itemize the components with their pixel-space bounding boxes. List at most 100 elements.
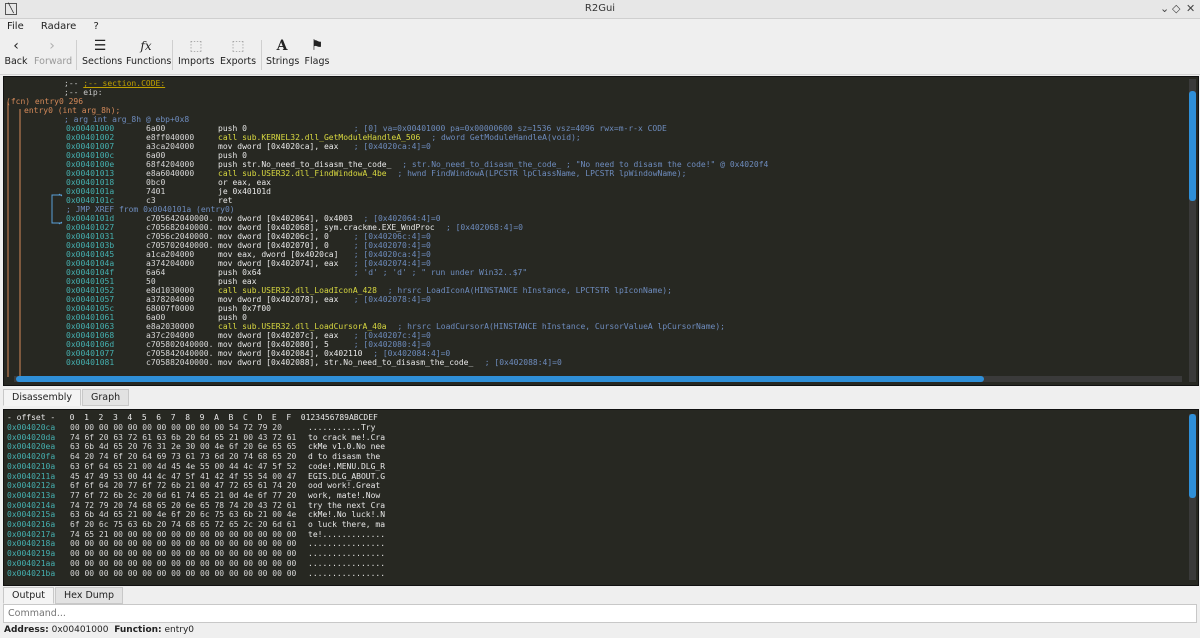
hex-row[interactable]: 0x0040214a 74 72 79 20 74 68 65 20 6e 65 … <box>7 501 385 511</box>
disasm-comment: ; [0x40207c:4]=0 <box>353 331 431 340</box>
hex-ascii: ................ <box>308 539 386 549</box>
disasm-instruction: mov dword [0x402074], eax <box>218 259 339 268</box>
address-label: Address: <box>4 625 49 635</box>
vertical-scrollbar[interactable] <box>1189 414 1196 580</box>
disasm-comment: ; dword GetModuleHandleA(void); <box>431 133 581 142</box>
hex-row[interactable]: 0x0040212a 6f 6f 64 20 77 6f 72 6b 21 00 … <box>7 481 380 491</box>
disasm-comment: ; [0x402074:4]=0 <box>353 259 431 268</box>
disasm-instruction: call sub.USER32.dll_LoadIconA_428 <box>218 286 377 295</box>
disasm-address: 0x0040101c <box>66 196 115 205</box>
chevron-down-icon[interactable]: ⌄ <box>1160 2 1169 15</box>
tab-disassembly[interactable]: Disassembly <box>3 389 82 406</box>
menu-help[interactable]: ? <box>87 19 106 34</box>
hex-bytes: 74 6f 20 63 72 61 63 6b 20 6d 65 21 00 4… <box>70 432 297 442</box>
functions-button[interactable]: fx Functions <box>126 36 171 74</box>
hex-ascii: ................ <box>308 549 386 559</box>
scroll-thumb[interactable] <box>1189 91 1196 201</box>
flow-graph-lines <box>7 102 63 377</box>
forward-arrow-icon: › <box>49 38 55 54</box>
hex-offset: 0x0040210a <box>7 461 56 471</box>
toolbar-divider <box>261 40 262 70</box>
tab-graph[interactable]: Graph <box>82 389 130 406</box>
disasm-address: 0x00401027 <box>66 223 115 232</box>
hex-row[interactable]: 0x0040213a 77 6f 72 6b 2c 20 6d 61 74 65 … <box>7 490 380 501</box>
toolbar-divider <box>172 40 173 70</box>
imports-button[interactable]: ⬚ Imports <box>178 36 214 74</box>
hex-row[interactable]: 0x004021aa 00 00 00 00 00 00 00 00 00 00 … <box>7 559 385 569</box>
hex-row[interactable]: 0x004020ca 00 00 00 00 00 00 00 00 00 00 … <box>7 423 375 433</box>
disasm-bytes: 0bc0 <box>146 178 166 187</box>
hex-bytes: 00 00 00 00 00 00 00 00 00 00 00 00 00 0… <box>70 568 297 578</box>
strings-button[interactable]: A Strings <box>266 36 299 74</box>
scroll-thumb[interactable] <box>16 376 984 382</box>
flags-button[interactable]: ⚑ Flags <box>304 36 330 74</box>
back-button[interactable]: ‹ Back <box>4 36 28 74</box>
hex-offset: 0x0040213a <box>7 490 56 500</box>
disasm-comment: ; [0x402084:4]=0 <box>373 349 451 358</box>
hex-row[interactable]: 0x004020da 74 6f 20 63 72 61 63 6b 20 6d … <box>7 432 385 443</box>
xref-comment: ; JMP XREF from 0x0040101a (entry0) <box>66 205 235 214</box>
toolbar-divider <box>76 40 77 70</box>
flag-icon: ⚑ <box>310 38 324 54</box>
restore-icon[interactable]: ◇ <box>1172 2 1180 15</box>
hex-ascii: EGIS.DLG_ABOUT.G <box>308 471 386 481</box>
disasm-instruction: push 0 <box>218 151 247 160</box>
disasm-bytes: a374204000 <box>146 259 195 268</box>
horizontal-scrollbar[interactable] <box>14 376 1182 382</box>
disasm-comment: ; [0x40206c:4]=0 <box>353 232 431 241</box>
disasm-address: 0x0040100c <box>66 151 115 160</box>
hex-bytes: 63 6f 64 65 21 00 4d 45 4e 55 00 44 4c 4… <box>70 461 297 471</box>
imports-icon: ⬚ <box>189 38 203 54</box>
disasm-address: 0x00401068 <box>66 331 115 340</box>
hex-offset: 0x0040217a <box>7 529 56 539</box>
hex-row[interactable]: 0x0040215a 63 6b 4d 65 21 00 4e 6f 20 6c … <box>7 510 385 520</box>
exports-button[interactable]: ⬚ Exports <box>220 36 256 74</box>
disasm-instruction: push eax <box>218 277 257 286</box>
hex-row[interactable]: 0x0040219a 00 00 00 00 00 00 00 00 00 00 … <box>7 549 385 559</box>
scroll-thumb[interactable] <box>1189 414 1196 498</box>
hex-ascii: ................ <box>308 568 386 578</box>
disasm-instruction: call sub.KERNEL32.dll_GetModuleHandleA_5… <box>218 133 421 142</box>
hex-row[interactable]: 0x0040216a 6f 20 6c 75 63 6b 20 74 68 65 … <box>7 520 385 530</box>
command-input[interactable] <box>4 605 1192 622</box>
hex-offset: 0x0040218a <box>7 539 56 549</box>
disasm-bytes: c705702040000. <box>146 241 214 250</box>
disasm-instruction: push 0x64 <box>218 268 262 277</box>
forward-button[interactable]: › Forward <box>34 36 72 74</box>
sections-button[interactable]: ☰ Sections <box>82 36 122 74</box>
menu-radare[interactable]: Radare <box>34 19 83 34</box>
hex-ascii: o luck there, ma <box>308 520 386 529</box>
tab-output[interactable]: Output <box>3 587 54 604</box>
disasm-instruction: mov dword [0x40206c], 0 <box>218 232 329 241</box>
hex-row[interactable]: 0x0040211a 45 47 49 53 00 44 4c 47 5f 41 … <box>7 472 385 482</box>
hex-row[interactable]: 0x0040218a 00 00 00 00 00 00 00 00 00 00 … <box>7 539 385 549</box>
disasm-bytes: c705682040000. <box>146 223 214 232</box>
disasm-comment: ; 'd' ; 'd' ; " run under Win32..$7" <box>353 268 528 277</box>
hex-dump-view[interactable]: - offset - 0 1 2 3 4 5 6 7 8 9 A B C D E… <box>3 409 1199 586</box>
disasm-instruction: mov dword [0x402084], 0x402110 <box>218 349 363 358</box>
hex-bytes: 63 6b 4d 65 20 76 31 2e 30 00 4e 6f 20 6… <box>70 442 297 452</box>
disasm-address: 0x0040101a <box>66 187 115 196</box>
hex-ascii: try the next Cra <box>308 500 386 510</box>
hex-row[interactable]: 0x0040210a 63 6f 64 65 21 00 4d 45 4e 55 … <box>7 461 385 472</box>
hex-row[interactable]: 0x004020ea 63 6b 4d 65 20 76 31 2e 30 00 … <box>7 442 385 452</box>
tab-hex-dump[interactable]: Hex Dump <box>55 587 124 604</box>
hex-ascii: ood work!.Great <box>308 481 386 491</box>
hex-row[interactable]: 0x004020fa 64 20 74 6f 20 64 69 73 61 73 … <box>7 452 380 462</box>
vertical-scrollbar[interactable] <box>1189 79 1196 382</box>
disasm-address: 0x00401051 <box>66 277 115 286</box>
hex-row[interactable]: 0x004021ba 00 00 00 00 00 00 00 00 00 00 … <box>7 569 385 579</box>
hex-bytes: 74 65 21 00 00 00 00 00 00 00 00 00 00 0… <box>70 529 297 539</box>
disasm-instruction: mov dword [0x402088], str.No_need_to_dis… <box>218 358 474 367</box>
hex-row[interactable]: 0x0040217a 74 65 21 00 00 00 00 00 00 00 … <box>7 529 385 540</box>
disasm-instruction: mov dword [0x4020ca], eax <box>218 142 339 151</box>
hex-offset: 0x004020ea <box>7 442 56 452</box>
disassembly-view[interactable]: ;-- ;-- section.CODE: ;-- eip: (fcn) ent… <box>3 76 1199 386</box>
menu-file[interactable]: File <box>0 19 31 34</box>
disasm-comment: ; [0x402088:4]=0 <box>484 358 562 367</box>
close-icon[interactable]: ✕ <box>1186 2 1195 15</box>
hex-bytes: 63 6b 4d 65 21 00 4e 6f 20 6c 75 63 6b 2… <box>70 510 297 520</box>
hex-offset: 0x004020da <box>7 432 56 442</box>
disasm-bytes: 7401 <box>146 187 166 196</box>
hex-bytes: 77 6f 72 6b 2c 20 6d 61 74 65 21 0d 4e 6… <box>70 490 297 500</box>
